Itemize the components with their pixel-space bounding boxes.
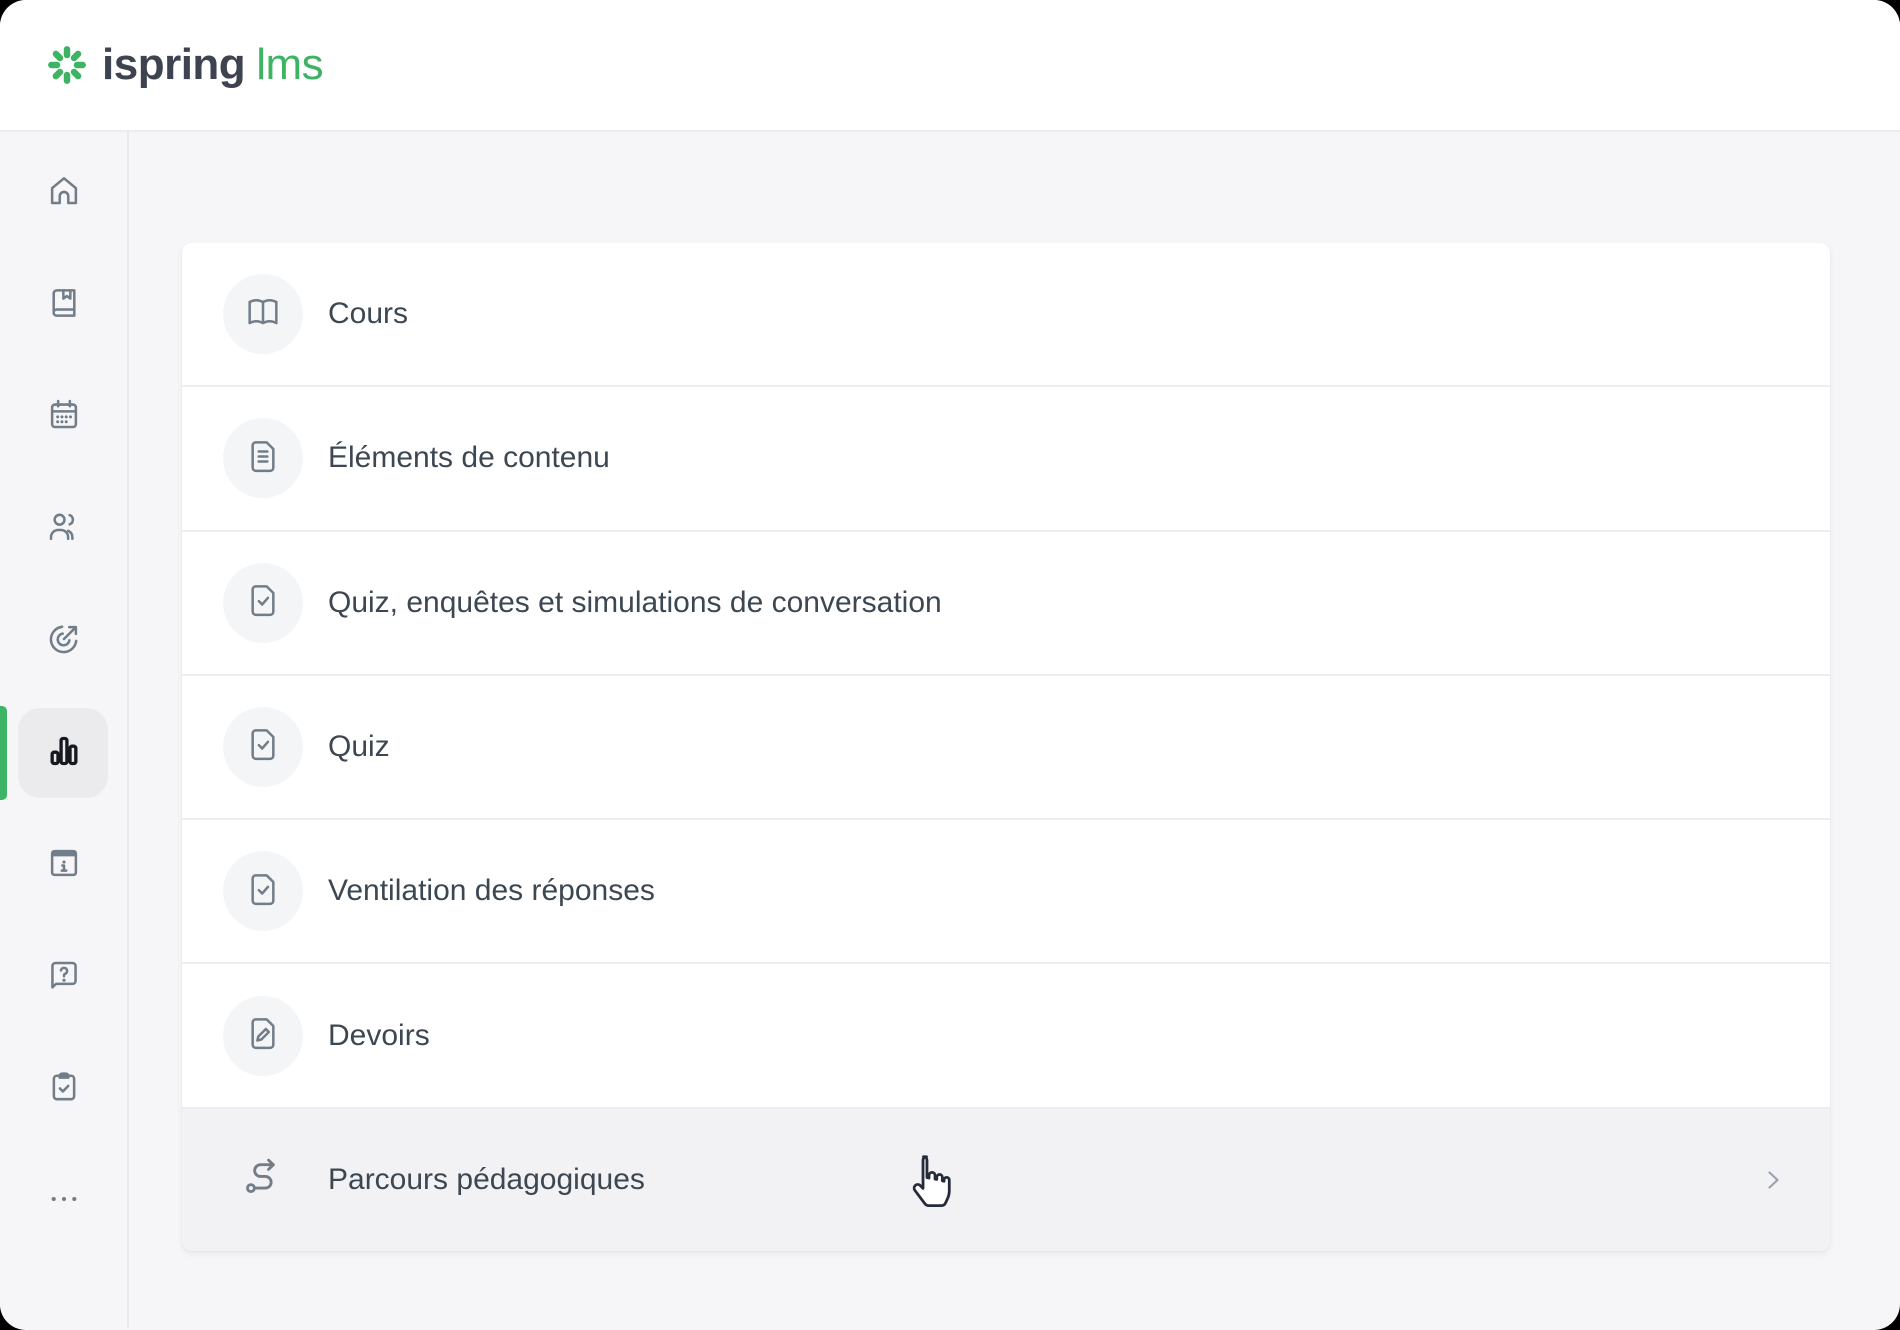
sidebar-item-info-board[interactable]	[0, 809, 127, 921]
file-check-icon	[243, 869, 283, 914]
file-text-icon	[243, 436, 283, 481]
target-arrow-icon	[45, 620, 83, 663]
file-pencil-icon	[243, 1013, 283, 1058]
report-row-devoirs[interactable]: Devoirs	[182, 962, 1830, 1106]
sidebar-item-home[interactable]	[0, 137, 127, 249]
active-accent-bar	[0, 706, 7, 800]
report-row-label: Devoirs	[328, 1019, 430, 1053]
users-icon	[45, 508, 83, 551]
book-icon	[45, 284, 83, 327]
report-row-label: Ventilation des réponses	[328, 874, 655, 908]
home-icon	[45, 172, 83, 215]
report-row-label: Parcours pédagogiques	[328, 1163, 645, 1197]
screenshot-stage: ispring lms	[0, 0, 1900, 1330]
app-window: ispring lms	[0, 0, 1900, 1330]
sidebar-item-more[interactable]	[0, 1145, 127, 1257]
report-row-label: Quiz, enquêtes et simulations de convers…	[328, 586, 942, 620]
report-row-cours[interactable]: Cours	[182, 243, 1830, 385]
brand-name: ispring	[102, 40, 245, 90]
book-open-icon	[243, 292, 283, 337]
sidebar-item-goals[interactable]	[0, 585, 127, 697]
brand-product: lms	[256, 40, 323, 90]
sidebar-item-assignments[interactable]	[0, 1033, 127, 1145]
bar-chart-icon	[44, 731, 84, 776]
brand-logo: ispring lms	[46, 40, 323, 90]
sidebar-item-users[interactable]	[0, 473, 127, 585]
sidebar-item-calendar[interactable]	[0, 361, 127, 473]
file-check-icon	[243, 580, 283, 625]
sidebar-item-library[interactable]	[0, 249, 127, 361]
icon-circle	[223, 563, 303, 643]
sidebar-item-reports[interactable]	[0, 697, 127, 809]
report-row-quiz[interactable]: Quiz	[182, 674, 1830, 818]
icon-holder	[223, 1140, 303, 1220]
report-row-label: Éléments de contenu	[328, 441, 610, 475]
message-question-icon	[45, 956, 83, 999]
sidebar-item-support[interactable]	[0, 921, 127, 1033]
sidebar-nav	[0, 132, 129, 1328]
report-row-label: Quiz	[328, 730, 390, 764]
clipboard-check-icon	[45, 1068, 83, 1111]
route-icon	[240, 1154, 286, 1205]
ispring-burst-icon	[46, 44, 88, 86]
main-content: PAR COURS Cours	[129, 132, 1900, 1328]
report-row-label: Cours	[328, 297, 408, 331]
reports-card: Cours Éléments de contenu	[182, 243, 1830, 1251]
icon-circle	[223, 996, 303, 1076]
report-row-quiz-enquetes-simulations[interactable]: Quiz, enquêtes et simulations de convers…	[182, 530, 1830, 674]
info-board-icon	[45, 844, 83, 887]
report-row-elements-de-contenu[interactable]: Éléments de contenu	[182, 385, 1830, 529]
icon-circle	[223, 418, 303, 498]
report-row-ventilation-des-reponses[interactable]: Ventilation des réponses	[182, 818, 1830, 962]
dots-icon	[45, 1180, 83, 1223]
top-header: ispring lms	[0, 0, 1900, 132]
icon-circle	[223, 707, 303, 787]
icon-circle	[223, 274, 303, 354]
report-row-parcours-pedagogiques[interactable]: Parcours pédagogiques	[182, 1107, 1830, 1251]
chevron-right-icon	[1760, 1167, 1786, 1193]
icon-circle	[223, 851, 303, 931]
file-check-icon	[243, 724, 283, 769]
calendar-icon	[45, 396, 83, 439]
